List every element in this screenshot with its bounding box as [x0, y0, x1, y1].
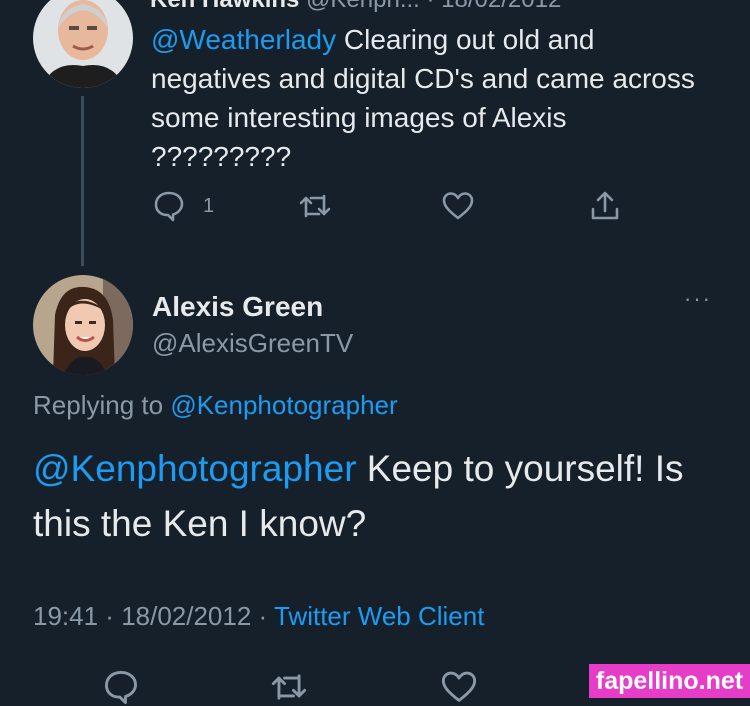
like-icon[interactable]: [441, 189, 475, 223]
retweet-icon[interactable]: [298, 189, 332, 223]
main-like-icon[interactable]: [440, 668, 478, 706]
ken-avatar[interactable]: [33, 0, 133, 88]
main-more-icon[interactable]: ···: [684, 286, 712, 312]
parent-mention-link[interactable]: @Weatherlady: [151, 24, 336, 55]
main-author-name[interactable]: Alexis Green: [152, 291, 323, 323]
parent-author-name[interactable]: Ken Hawkins: [150, 0, 299, 13]
parent-separator: ·: [427, 0, 435, 13]
reply-icon[interactable]: [152, 189, 186, 223]
tweet-time[interactable]: 19:41: [33, 601, 98, 631]
tweet-source-link[interactable]: Twitter Web Client: [274, 601, 484, 631]
main-retweet-icon[interactable]: [270, 668, 308, 706]
share-icon[interactable]: [588, 189, 622, 223]
parent-more-icon[interactable]: ···: [680, 0, 708, 10]
meta-separator-2: ·: [251, 601, 274, 631]
parent-tweet-text: @Weatherlady Clearing out old and negati…: [151, 20, 711, 176]
parent-author-header: Ken Hawkins @Kenph... · 18/02/2012: [150, 0, 561, 14]
tweet-date[interactable]: 18/02/2012: [121, 601, 251, 631]
main-mention-link[interactable]: @Kenphotographer: [33, 448, 357, 489]
parent-author-handle[interactable]: @Kenph...: [306, 0, 420, 13]
main-reply-icon[interactable]: [102, 668, 140, 706]
main-author-handle[interactable]: @AlexisGreenTV: [152, 328, 353, 359]
reply-count: 1: [203, 195, 215, 217]
main-tweet-text: @Kenphotographer Keep to yourself! Is th…: [33, 441, 733, 551]
parent-date[interactable]: 18/02/2012: [441, 0, 561, 13]
replying-to: Replying to @Kenphotographer: [33, 390, 398, 421]
watermark-label: fapellino.net: [589, 664, 750, 698]
replying-prefix: Replying to: [33, 390, 171, 420]
tweet-meta: 19:41 · 18/02/2012 · Twitter Web Client: [33, 601, 484, 632]
thread-line: [81, 96, 84, 266]
replying-to-link[interactable]: @Kenphotographer: [170, 390, 397, 420]
alexis-avatar[interactable]: [33, 275, 133, 375]
meta-separator-1: ·: [98, 601, 122, 631]
